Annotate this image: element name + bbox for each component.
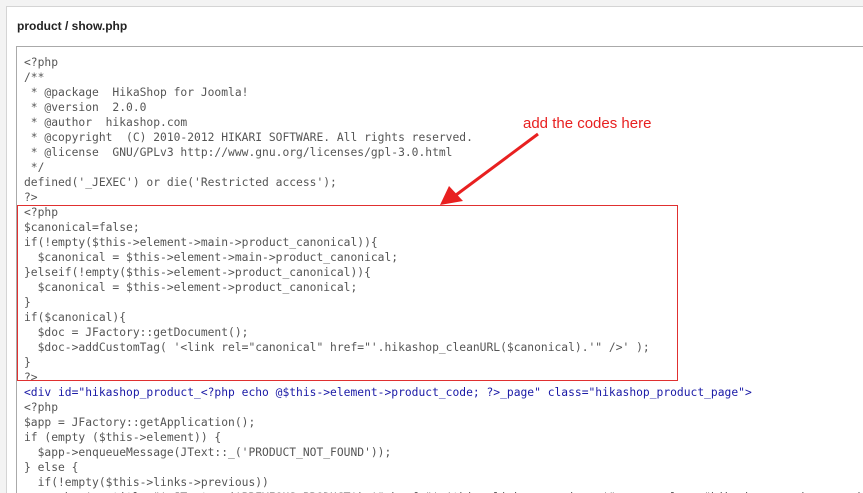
arrow-head (440, 186, 463, 205)
page-background: product / show.php <?php/** * @package H… (0, 0, 863, 493)
annotation-arrow (440, 132, 539, 205)
arrow-shaft (455, 132, 539, 197)
